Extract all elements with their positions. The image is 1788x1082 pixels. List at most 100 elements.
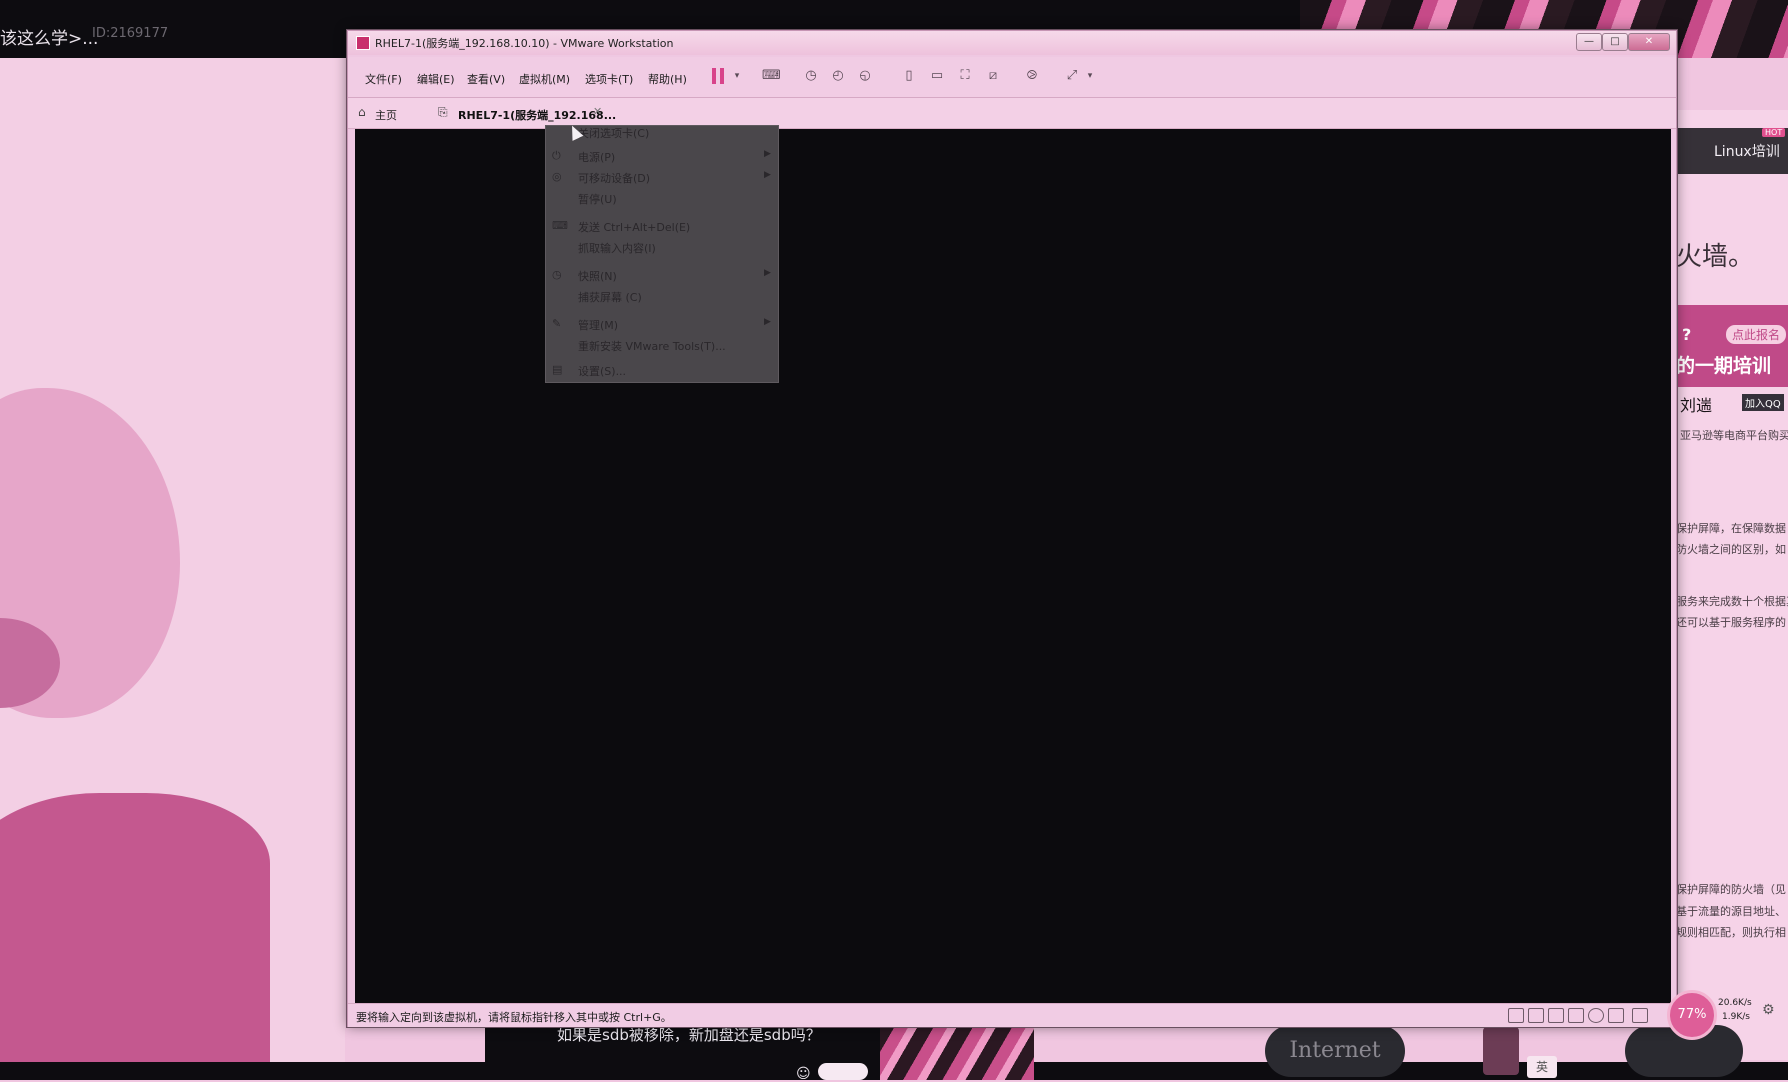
vm-icon: ⎘ xyxy=(438,105,448,119)
menu-item-snapshot[interactable]: ◷ 快照(N) ▶ xyxy=(546,267,778,285)
sidebar-view-icon[interactable]: ▯ xyxy=(900,67,918,85)
chevron-down-icon[interactable]: ▾ xyxy=(728,67,746,85)
minimize-button[interactable]: — xyxy=(1576,33,1602,51)
usb-icon[interactable] xyxy=(1608,1008,1624,1023)
menu-item-label: 管理(M) xyxy=(578,319,619,332)
menu-item-settings[interactable]: ▤ 设置(S)... xyxy=(546,362,778,380)
bottom-decoration-image xyxy=(880,1024,1034,1080)
avatar[interactable] xyxy=(1483,1027,1519,1075)
unity-icon[interactable]: ⧄ xyxy=(984,67,1002,85)
menu-help[interactable]: 帮助(H) xyxy=(648,71,687,87)
viewer-question: 如果是sdb被移除，新加盘还是sdb吗？ xyxy=(557,1026,821,1044)
gear-icon[interactable]: ⚙ xyxy=(1762,1002,1775,1018)
menu-item-send-ctrl-alt-del[interactable]: ⌨ 发送 Ctrl+Alt+Del(E) xyxy=(546,218,778,236)
fullscreen-icon[interactable]: ⛶ xyxy=(956,67,974,85)
cd-drive-icon[interactable] xyxy=(1568,1008,1584,1023)
snapshot-icon[interactable]: ◷ xyxy=(802,67,820,85)
power-icon: ⏻ xyxy=(552,149,561,162)
internet-cloud-graphic: Internet xyxy=(1265,1025,1405,1077)
keyboard-icon: ⌨ xyxy=(552,219,568,232)
wrench-icon: ✎ xyxy=(552,317,562,330)
webpage-text-line: 还可以基于服务程序的 xyxy=(1676,616,1786,629)
menu-item-label: 快照(N) xyxy=(578,270,617,283)
menu-item-label: 暂停(U) xyxy=(578,193,617,206)
menu-view[interactable]: 查看(V) xyxy=(467,71,505,87)
webpage-text-line: 规则相匹配，则执行相 xyxy=(1676,926,1786,939)
join-qq-button[interactable]: 加入QQ xyxy=(1742,394,1784,411)
hot-badge: HOT xyxy=(1762,128,1786,137)
stream-title[interactable]: 该这么学>... xyxy=(0,24,98,49)
download-speed: 1.9K/s xyxy=(1722,1012,1750,1022)
menu-item-grab-input[interactable]: 抓取输入内容(I) xyxy=(546,239,778,257)
network-usage-gauge[interactable]: 77% xyxy=(1667,990,1717,1040)
menu-item-removable-devices[interactable]: ◎ 可移动设备(D) ▶ xyxy=(546,169,778,187)
close-button[interactable]: ✕ xyxy=(1628,33,1670,51)
send-button[interactable] xyxy=(818,1063,868,1080)
chevron-down-icon[interactable]: ▾ xyxy=(1081,67,1099,85)
promo-author: 刘遄 xyxy=(1680,396,1713,415)
submenu-arrow-icon: ▶ xyxy=(764,317,771,327)
message-log-icon[interactable] xyxy=(1632,1008,1648,1023)
home-icon: ⌂ xyxy=(358,105,366,119)
presenter-body xyxy=(0,793,270,1062)
submenu-arrow-icon: ▶ xyxy=(764,268,771,278)
snapshot-icon: ◷ xyxy=(552,268,562,281)
menu-item-manage[interactable]: ✎ 管理(M) ▶ xyxy=(546,316,778,334)
webpage-text-line: 基于流量的源目地址、 xyxy=(1676,905,1786,918)
device-icon: ◎ xyxy=(552,170,562,183)
hard-disk-icon[interactable] xyxy=(1508,1008,1524,1023)
status-message: 要将输入定向到该虚拟机，请将鼠标指针移入其中或按 Ctrl+G。 xyxy=(356,1011,672,1024)
menu-item-pause[interactable]: 暂停(U) xyxy=(546,190,778,208)
menubar: 文件(F) 编辑(E) 查看(V) 虚拟机(M) 选项卡(T) 帮助(H) ▾ … xyxy=(348,57,1676,98)
console-icon[interactable]: ⧁ xyxy=(1023,67,1041,85)
menu-file[interactable]: 文件(F) xyxy=(365,71,402,87)
tab-home[interactable]: 主页 xyxy=(375,107,397,123)
webpage-text-line: 保护屏障，在保障数据 xyxy=(1676,522,1786,535)
promo-question-mark: ? xyxy=(1682,325,1692,344)
menu-item-power[interactable]: ⏻ 电源(P) ▶ xyxy=(546,148,778,166)
menu-tabs[interactable]: 选项卡(T) xyxy=(585,71,633,87)
stretch-icon[interactable]: ⤢ xyxy=(1063,67,1081,85)
upload-speed: 20.6K/s xyxy=(1718,998,1752,1008)
webpage-text-line: 服务来完成数十个根据真 xyxy=(1676,595,1788,608)
window-title: RHEL7-1(服务端_192.168.10.10) - VMware Work… xyxy=(375,37,674,50)
promo-signup-button[interactable]: 点此报名 xyxy=(1726,325,1787,344)
presenter-video xyxy=(0,58,345,1062)
hard-disk-icon[interactable] xyxy=(1548,1008,1564,1023)
vm-context-menu: 关闭选项卡(C) ⏻ 电源(P) ▶ ◎ 可移动设备(D) ▶ 暂停(U) ⌨ … xyxy=(545,125,779,383)
stream-id: ID:2169177 xyxy=(92,26,169,41)
menu-item-label: 电源(P) xyxy=(578,151,616,164)
maximize-button[interactable]: □ xyxy=(1602,33,1628,51)
nav-link-linux-training[interactable]: Linux培训 xyxy=(1714,141,1780,161)
menu-vm[interactable]: 虚拟机(M) xyxy=(519,71,570,87)
menu-item-label: 捕获屏幕 (C) xyxy=(578,291,642,304)
webpage-heading: 火墙。 xyxy=(1676,242,1755,272)
promo-title: 的一期培训 xyxy=(1676,355,1772,377)
menu-item-label: 设置(S)... xyxy=(578,365,627,378)
hard-disk-icon[interactable] xyxy=(1528,1008,1544,1023)
submenu-arrow-icon: ▶ xyxy=(764,149,771,159)
menu-edit[interactable]: 编辑(E) xyxy=(417,71,455,87)
input-mode-indicator[interactable]: 英 xyxy=(1527,1056,1557,1078)
pause-icon[interactable] xyxy=(712,68,724,84)
menu-item-reinstall-vmware-tools[interactable]: 重新安装 VMware Tools(T)... xyxy=(546,337,778,355)
tab-close-icon[interactable]: ✕ xyxy=(593,105,602,118)
thumbnail-view-icon[interactable]: ▭ xyxy=(928,67,946,85)
menu-item-label: 发送 Ctrl+Alt+Del(E) xyxy=(578,221,691,234)
send-keys-icon[interactable]: ⌨ xyxy=(762,67,781,85)
snapshot-manager-icon[interactable]: ◵ xyxy=(856,67,874,85)
settings-icon: ▤ xyxy=(552,363,563,376)
menu-item-label: 抓取输入内容(I) xyxy=(578,242,656,255)
webpage-text-line: 保护屏障的防火墙（见 xyxy=(1676,883,1786,896)
vmware-logo-icon xyxy=(356,36,370,50)
network-adapter-icon[interactable] xyxy=(1588,1008,1604,1023)
webpage-text-line: 亚马逊等电商平台购买 xyxy=(1680,429,1788,442)
menu-item-label: 可移动设备(D) xyxy=(578,172,651,185)
window-titlebar[interactable]: RHEL7-1(服务端_192.168.10.10) - VMware Work… xyxy=(348,31,1676,55)
menu-item-capture-screen[interactable]: 捕获屏幕 (C) xyxy=(546,288,778,306)
webpage-text-line: 防火墙之间的区别，如 xyxy=(1676,543,1786,556)
menu-item-label: 重新安装 VMware Tools(T)... xyxy=(578,340,726,353)
submenu-arrow-icon: ▶ xyxy=(764,170,771,180)
status-bar: 要将输入定向到该虚拟机，请将鼠标指针移入其中或按 Ctrl+G。 xyxy=(348,1003,1676,1027)
snapshot-restore-icon[interactable]: ◴ xyxy=(829,67,847,85)
